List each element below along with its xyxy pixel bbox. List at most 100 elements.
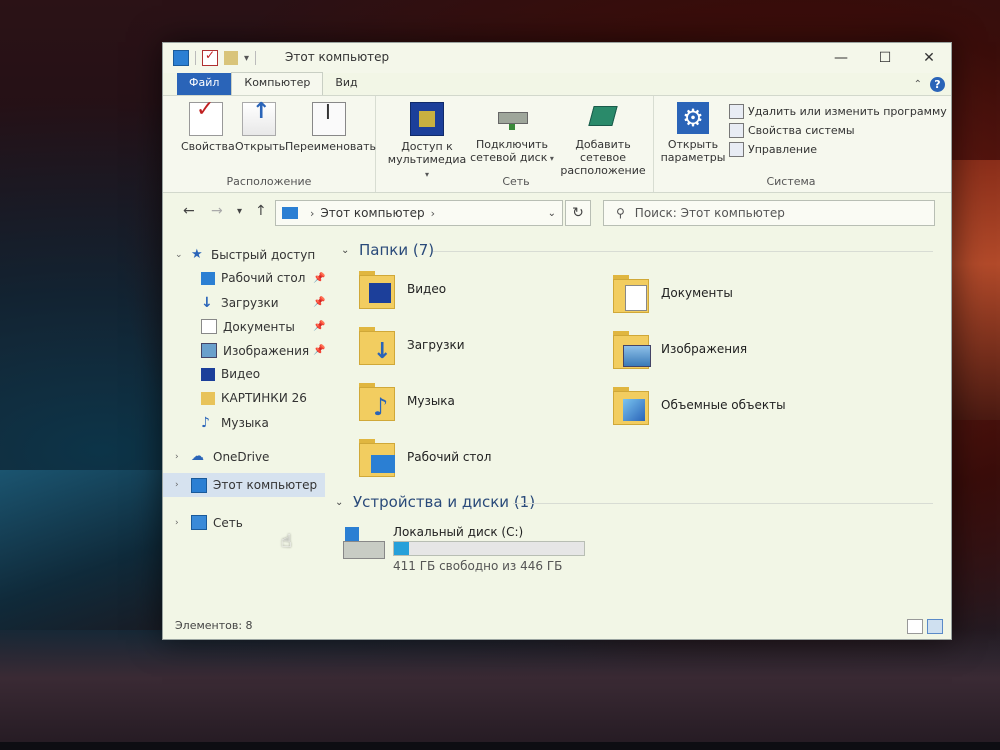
rename-button[interactable]: Переименовать [285, 102, 377, 153]
expand-chevron-icon[interactable]: › [175, 480, 185, 490]
folder-item-music[interactable]: ♪ Музыка [359, 381, 455, 421]
manage-button[interactable]: Управление [729, 142, 817, 157]
ribbon-group-system: ⚙ Открыть параметры Удалить или изменить… [657, 96, 947, 192]
netloc-label-1: Добавить сетевое [575, 138, 631, 164]
folder-item-3d-objects[interactable]: Объемные объекты [613, 385, 786, 425]
uninstall-label: Удалить или изменить программу [748, 105, 947, 118]
devices-section-header[interactable]: ⌄ Устройства и диски (1) [335, 493, 535, 511]
tab-file[interactable]: Файл [177, 73, 232, 95]
netdrive-label-2: сетевой диск [470, 151, 548, 164]
sidebar-item-this-pc[interactable]: › Этот компьютер [163, 473, 325, 497]
section-title: Устройства и диски (1) [353, 493, 536, 511]
folder-item-videos[interactable]: Видео [359, 269, 446, 309]
properties-icon [189, 102, 223, 136]
refresh-icon: ↻ [572, 205, 584, 221]
sidebar-item-desktop[interactable]: Рабочий стол [201, 271, 329, 285]
expand-chevron-icon[interactable]: ⌄ [175, 250, 185, 260]
large-icons-view-icon[interactable] [927, 619, 943, 634]
map-network-drive-button[interactable]: Подключить сетевой диск ▾ [469, 102, 555, 165]
manage-icon [729, 142, 744, 157]
breadcrumb-chevron-icon[interactable]: › [310, 207, 314, 220]
media-access-button[interactable]: Доступ к мультимедиа ▾ [385, 102, 469, 181]
title-bar: ▾ Этот компьютер — ☐ ✕ [163, 43, 951, 73]
up-arrow-icon[interactable]: ↑ [255, 203, 267, 219]
folder-label: Видео [407, 282, 447, 296]
collapse-chevron-icon[interactable]: ⌄ [335, 497, 345, 508]
status-bar: Элементов: 8 [163, 615, 951, 639]
rename-label: Переименовать [285, 140, 377, 153]
media-icon [410, 102, 444, 136]
pin-icon[interactable]: 📌 [313, 297, 325, 308]
folder-item-downloads[interactable]: ↓ Загрузки [359, 325, 465, 365]
folder-icon [201, 391, 215, 405]
computer-icon [191, 477, 207, 493]
uninstall-program-button[interactable]: Удалить или изменить программу [729, 104, 947, 119]
sidebar-item-label: Сеть [213, 515, 243, 530]
refresh-button[interactable]: ↻ [565, 200, 591, 226]
breadcrumb-chevron-icon[interactable]: › [431, 207, 435, 220]
open-icon [242, 102, 276, 136]
folder-item-desktop[interactable]: Рабочий стол [359, 437, 491, 477]
sidebar-item-onedrive[interactable]: › ☁ OneDrive [175, 449, 269, 464]
sidebar-item-videos[interactable]: Видео [201, 367, 260, 381]
address-bar[interactable]: › Этот компьютер › ⌄ [275, 200, 563, 226]
maximize-button[interactable]: ☐ [863, 43, 907, 73]
collapse-ribbon-icon[interactable]: ⌃ [914, 79, 922, 90]
properties-label: Свойства [181, 140, 235, 153]
rename-icon [312, 102, 346, 136]
open-button[interactable]: Открыть [235, 102, 285, 153]
properties-button[interactable]: Свойства [181, 102, 235, 153]
folders-section-header[interactable]: ⌄ Папки (7) [341, 241, 434, 259]
sidebar-item-pictures[interactable]: Изображения [201, 343, 309, 358]
sidebar-item-label: Документы [223, 319, 295, 334]
search-placeholder: Поиск: Этот компьютер [634, 206, 785, 220]
forward-arrow-icon[interactable]: → [211, 203, 223, 219]
ribbon-group-location: Свойства Открыть Переименовать Расположе… [163, 96, 376, 192]
documents-folder-icon [613, 273, 651, 313]
sidebar-item-downloads[interactable]: ↓ Загрузки [201, 295, 279, 311]
new-folder-quick-icon[interactable] [224, 51, 238, 65]
help-icon[interactable]: ? [930, 77, 945, 92]
minimize-button[interactable]: — [819, 43, 863, 73]
settings-gear-icon: ⚙ [677, 102, 709, 134]
sidebar-item-music[interactable]: ♪ Музыка [201, 415, 269, 431]
open-settings-button[interactable]: ⚙ Открыть параметры [659, 102, 727, 164]
manage-label: Управление [748, 143, 818, 156]
pin-icon[interactable]: 📌 [313, 321, 325, 332]
cloud-icon: ☁ [191, 449, 204, 464]
pin-icon[interactable]: 📌 [313, 273, 325, 284]
windows-drive-icon [341, 525, 385, 561]
sidebar-item-quick-access[interactable]: ⌄ ★ Быстрый доступ [175, 247, 315, 262]
breadcrumb-item[interactable]: Этот компьютер [320, 206, 424, 220]
media-label-1: Доступ к [401, 140, 453, 153]
ribbon-tabs: Файл Компьютер Вид [163, 72, 951, 95]
network-drive-icon [496, 102, 528, 134]
ribbon: Свойства Открыть Переименовать Расположе… [163, 95, 951, 193]
details-view-icon[interactable] [907, 619, 923, 634]
expand-chevron-icon[interactable]: › [175, 518, 185, 528]
folder-item-pictures[interactable]: Изображения [613, 329, 747, 369]
properties-quick-icon[interactable] [202, 48, 218, 66]
expand-chevron-icon[interactable]: › [175, 452, 185, 462]
recent-locations-chevron-icon[interactable]: ▾ [237, 206, 242, 217]
folder-item-documents[interactable]: Документы [613, 273, 733, 313]
tab-computer[interactable]: Компьютер [231, 72, 324, 95]
pin-icon[interactable]: 📌 [313, 345, 325, 356]
sidebar-item-documents[interactable]: Документы [201, 319, 295, 334]
back-arrow-icon[interactable]: ← [183, 203, 195, 219]
search-input[interactable]: ⚲ Поиск: Этот компьютер [603, 200, 935, 226]
address-dropdown-icon[interactable]: ⌄ [548, 208, 556, 219]
3d-objects-folder-icon [613, 385, 651, 425]
tab-view[interactable]: Вид [323, 73, 369, 95]
section-divider [433, 251, 933, 252]
sidebar-item-folder[interactable]: КАРТИНКИ 26 [201, 391, 307, 405]
navigation-bar: ← → ▾ ↑ › Этот компьютер › ⌄ ↻ ⚲ Поиск: … [163, 195, 951, 229]
system-properties-button[interactable]: Свойства системы [729, 123, 855, 138]
add-network-location-button[interactable]: Добавить сетевое расположение [555, 102, 651, 177]
collapse-chevron-icon[interactable]: ⌄ [341, 245, 351, 256]
sidebar-item-network[interactable]: › Сеть [175, 515, 243, 530]
search-icon: ⚲ [616, 206, 625, 220]
close-button[interactable]: ✕ [907, 43, 951, 73]
system-properties-icon [729, 123, 744, 138]
customize-toolbar-icon[interactable]: ▾ [244, 53, 249, 64]
